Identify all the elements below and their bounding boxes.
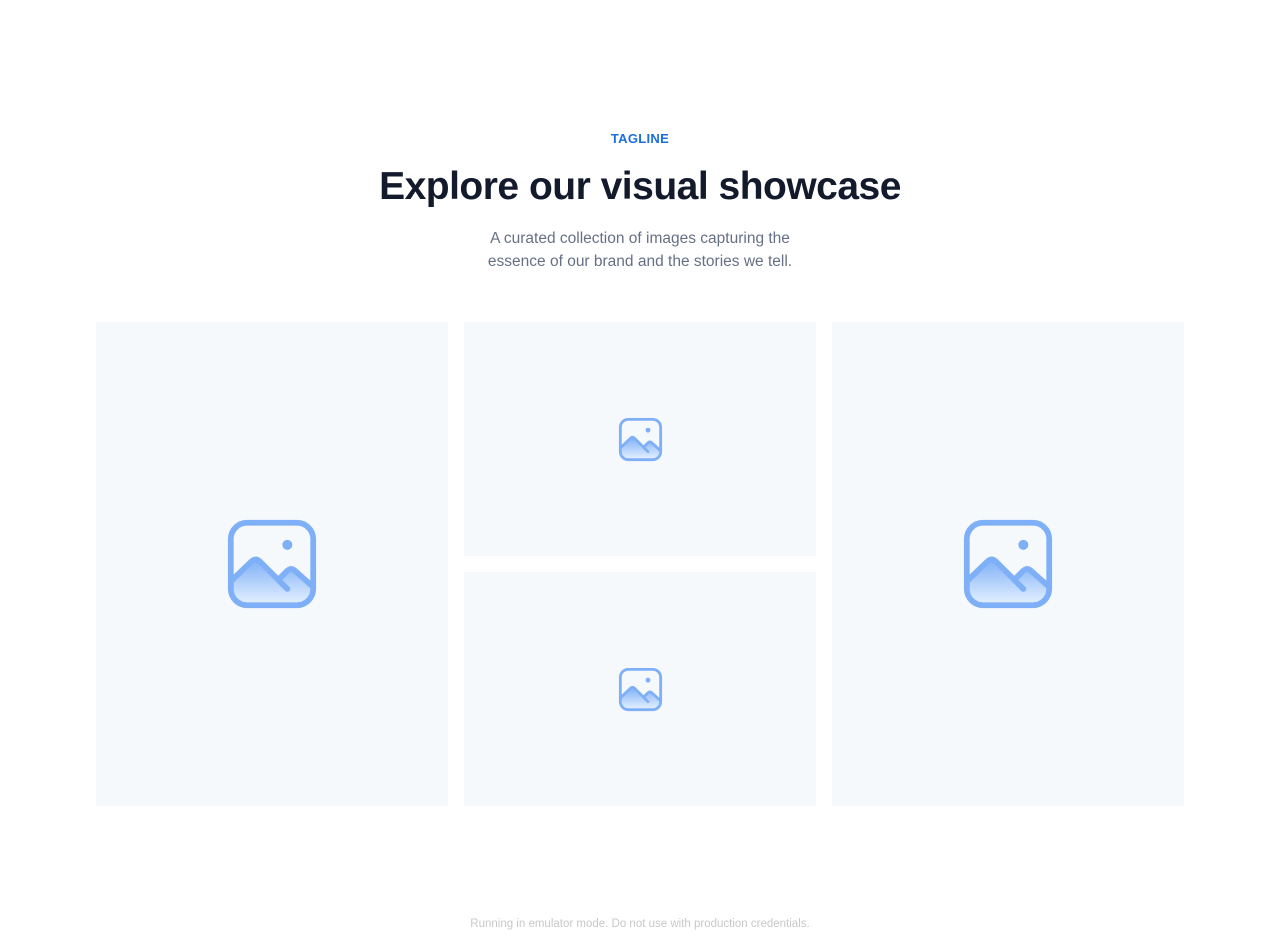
gallery-page: TAGLINE Explore our visual showcase A cu… [0, 0, 1280, 934]
image-placeholder-icon [226, 518, 318, 610]
gallery-image-tile [464, 322, 816, 556]
gallery-image-tile [96, 322, 448, 806]
emulator-notice: Running in emulator mode. Do not use wit… [470, 918, 810, 930]
image-placeholder-icon [618, 417, 663, 462]
image-placeholder-icon [618, 667, 663, 712]
tagline: TAGLINE [610, 131, 670, 146]
gallery-image-tile [832, 322, 1184, 806]
page-title: Explore our visual showcase [379, 165, 901, 208]
page-subtitle: A curated collection of images capturing… [487, 230, 793, 270]
image-placeholder-icon [962, 518, 1054, 610]
gallery-image-tile [464, 572, 816, 806]
